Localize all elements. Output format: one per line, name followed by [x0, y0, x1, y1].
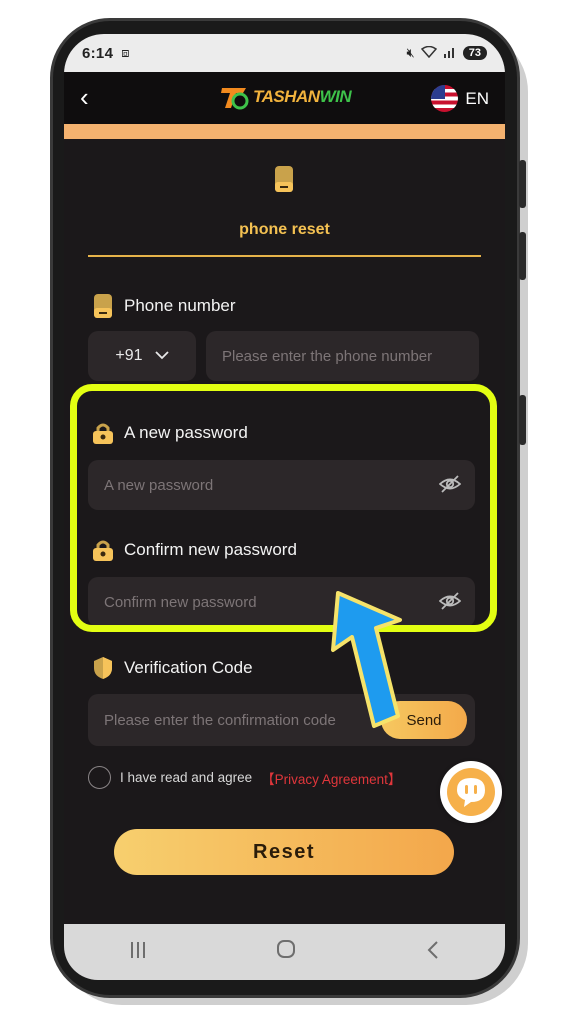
- volume-up-button: [519, 160, 526, 208]
- wifi-icon: [420, 45, 437, 61]
- phone-number-label-text: Phone number: [124, 296, 236, 315]
- chevron-down-icon: [154, 347, 169, 365]
- highlight-box: [70, 384, 497, 632]
- section-title: phone reset: [239, 221, 330, 238]
- pointer-arrow-icon: [300, 588, 410, 743]
- verification-code-input[interactable]: Please enter the confirmation code Send: [88, 694, 475, 746]
- phone-number-placeholder: Please enter the phone number: [222, 347, 433, 365]
- back-nav-icon[interactable]: [426, 939, 440, 965]
- battery-badge: 73: [462, 46, 487, 60]
- language-selector[interactable]: EN: [431, 85, 489, 112]
- agree-checkbox[interactable]: [88, 766, 111, 789]
- recents-icon[interactable]: [129, 939, 147, 965]
- agreement-text: I have read and agree: [120, 770, 253, 785]
- status-icons: 🔇︎ 73: [407, 45, 487, 61]
- logo-mark-icon: [220, 84, 250, 110]
- agreement-row: I have read and agree 【Privacy Agreement…: [88, 766, 401, 789]
- brand-suffix: WIN: [319, 87, 352, 106]
- language-code: EN: [465, 88, 489, 108]
- privacy-agreement-link[interactable]: 【Privacy Agreement】: [261, 768, 401, 788]
- status-time: 6:14: [82, 44, 114, 62]
- signal-icon: [443, 46, 457, 61]
- phone-icon: [273, 133, 295, 200]
- verification-code-label-text: Verification Code: [124, 658, 253, 677]
- title-underline: [88, 255, 481, 257]
- home-icon[interactable]: [276, 939, 296, 965]
- phone-icon: [94, 294, 112, 318]
- country-code-value: +91: [115, 347, 143, 364]
- mute-icon: 🔇︎: [406, 45, 415, 60]
- back-icon[interactable]: ‹: [80, 84, 89, 110]
- volume-down-button: [519, 232, 526, 280]
- brand-name: TASHANWIN: [253, 87, 352, 107]
- brand-logo: TASHANWIN: [220, 84, 352, 110]
- phone-number-label: Phone number: [92, 293, 236, 319]
- reset-button[interactable]: Reset: [114, 829, 454, 875]
- app-header: ‹ TASHANWIN EN: [64, 72, 505, 124]
- power-button: [519, 395, 526, 445]
- shield-icon: [94, 657, 112, 679]
- verification-code-label: Verification Code: [92, 656, 253, 680]
- status-bar: 6:14 ⧈ 🔇︎ 73: [64, 34, 505, 72]
- phone-number-input[interactable]: Please enter the phone number: [206, 331, 479, 381]
- brand-prefix: TASHAN: [253, 87, 320, 106]
- us-flag-icon: [431, 85, 459, 112]
- chat-support-button[interactable]: [440, 761, 502, 823]
- android-nav-bar: [64, 924, 505, 980]
- screen-record-icon: ⧈: [121, 45, 130, 60]
- country-code-select[interactable]: +91: [88, 331, 196, 381]
